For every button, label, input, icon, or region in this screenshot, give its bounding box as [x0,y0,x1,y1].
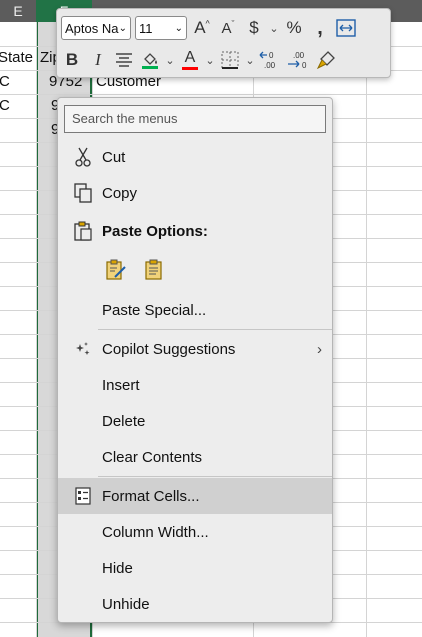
wrap-text-button[interactable] [335,16,357,40]
copilot-sparkle-icon [72,338,94,360]
mini-toolbar: Aptos Na ⌄ 11 ⌄ A^ Aˇ $ ⌄ % , B I ⌄ A ⌄ … [56,8,391,78]
font-size-value: 11 [139,20,153,36]
borders-dropdown-arrow[interactable]: ⌄ [245,48,255,72]
increase-decimal-icon: .00 0 [288,51,307,70]
menu-label-delete: Delete [102,412,146,430]
align-center-icon [116,53,132,67]
menu-label-hide: Hide [102,559,133,577]
currency-format-button[interactable]: $ [243,16,265,40]
svg-text:0: 0 [302,61,307,70]
font-color-letter: A [184,49,196,66]
menu-separator [98,329,332,330]
menu-item-copy[interactable]: Copy [58,175,332,211]
svg-text:.00: .00 [293,51,305,60]
font-color-button[interactable]: A [179,48,201,72]
decrease-font-size-button[interactable]: Aˇ [217,16,239,40]
chevron-right-icon: › [317,340,322,358]
fill-color-dropdown-arrow[interactable]: ⌄ [165,48,175,72]
column-header-e[interactable]: E [0,0,36,22]
paste-button[interactable] [142,258,166,282]
decrease-decimal-icon: 0 .00 [259,51,276,70]
menu-label-unhide: Unhide [102,595,150,613]
menu-label-cut: Cut [102,148,126,166]
scissors-icon [72,146,94,168]
comma-style-button[interactable]: , [309,16,331,40]
paste-icon [145,259,162,280]
percent-style-button[interactable]: % [283,16,305,40]
fill-color-button[interactable] [139,48,161,72]
italic-label: I [95,50,101,69]
grid-line [36,22,37,637]
chevron-down-icon: ⌄ [118,22,127,34]
menu-label-format-cells: Format Cells... [102,487,200,505]
bold-label: B [65,50,79,69]
format-cells-icon [72,485,94,507]
context-menu: Search the menus Cut Copy Paste Options:… [57,97,333,623]
format-painter-icon [316,51,335,70]
clipboard-icon [72,220,94,242]
percent-label: % [286,18,302,37]
cell-e3[interactable]: C [0,94,10,118]
cell-e2[interactable]: C [0,70,10,94]
menu-item-delete[interactable]: Delete [58,403,332,439]
menu-label-column-width: Column Width... [102,523,209,541]
menu-label-paste-options: Paste Options: [102,222,208,240]
currency-dropdown-arrow[interactable]: ⌄ [269,16,279,40]
increase-decimal-button[interactable]: .00 0 [287,48,311,72]
paste-formatting-button[interactable] [104,258,128,282]
cell-e1[interactable]: State [0,46,33,70]
menu-item-paste-options: Paste Options: [58,213,332,249]
svg-text:0: 0 [269,51,274,60]
paste-formatting-icon [106,259,126,280]
menu-label-clear-contents: Clear Contents [102,448,203,466]
menu-item-paste-special[interactable]: Paste Special... [58,292,332,328]
menu-item-format-cells[interactable]: Format Cells... [58,478,332,514]
format-painter-button[interactable] [315,48,337,72]
wrap-text-icon [336,19,356,37]
menu-label-paste-special: Paste Special... [102,301,207,319]
menu-search-input[interactable]: Search the menus [64,105,326,133]
paint-bucket-icon [144,53,157,65]
menu-label-insert: Insert [102,376,140,394]
currency-label: $ [249,18,259,37]
copy-icon [72,182,94,204]
font-name-dropdown[interactable]: Aptos Na ⌄ [61,16,131,40]
menu-item-cut[interactable]: Cut [58,139,332,175]
font-color-dropdown-arrow[interactable]: ⌄ [205,48,215,72]
align-center-button[interactable] [113,48,135,72]
menu-label-copy: Copy [102,184,138,202]
menu-item-insert[interactable]: Insert [58,367,332,403]
italic-button[interactable]: I [87,48,109,72]
grid-line [0,94,422,95]
grid-line [366,22,367,637]
menu-separator [98,476,332,477]
menu-label-copilot-suggestions: Copilot Suggestions [102,340,236,358]
svg-text:.00: .00 [264,61,276,70]
borders-button[interactable] [219,48,241,72]
menu-item-unhide[interactable]: Unhide [58,586,332,622]
increase-font-size-button[interactable]: A^ [191,16,213,40]
comma-label: , [317,16,323,39]
menu-item-hide[interactable]: Hide [58,550,332,586]
borders-icon [221,51,239,69]
font-name-value: Aptos Na [65,20,119,36]
fill-color-swatch [142,66,158,69]
menu-item-clear-contents[interactable]: Clear Contents [58,439,332,475]
decrease-decimal-button[interactable]: 0 .00 [259,48,283,72]
menu-item-copilot-suggestions[interactable]: Copilot Suggestions › [58,331,332,367]
increase-font-icon: A^ [194,18,210,37]
menu-search-placeholder: Search the menus [72,111,178,126]
bold-button[interactable]: B [61,48,83,72]
chevron-down-icon: ⌄ [174,22,183,34]
decrease-font-icon: Aˇ [221,19,235,37]
font-size-dropdown[interactable]: 11 ⌄ [135,16,187,40]
font-color-swatch [182,67,198,70]
menu-item-column-width[interactable]: Column Width... [58,514,332,550]
